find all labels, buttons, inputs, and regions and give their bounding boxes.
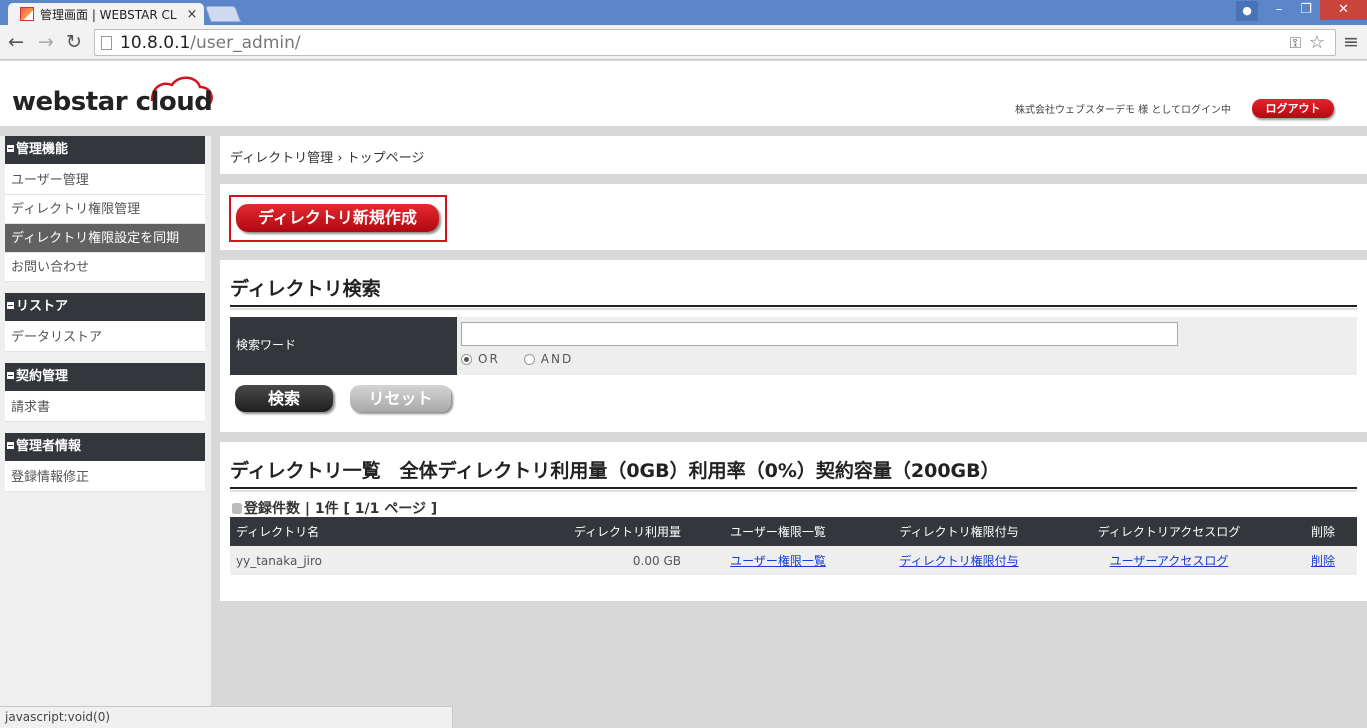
radio-and-label[interactable]: AND xyxy=(541,352,573,366)
sidebar-item-contact[interactable]: お問い合わせ xyxy=(5,253,205,282)
logo-text: webstar cloud xyxy=(12,87,213,117)
new-directory-button[interactable]: ディレクトリ新規作成 xyxy=(236,204,439,232)
breadcrumb-current: トップページ xyxy=(346,151,425,166)
reload-icon[interactable]: ↻ xyxy=(64,31,84,53)
sidebar-heading[interactable]: 管理機能 xyxy=(5,136,205,166)
back-arrow-icon[interactable]: ← xyxy=(6,31,26,53)
sidebar-item-invoice[interactable]: 請求書 xyxy=(5,393,205,422)
sidebar-section-admin: 管理機能 ユーザー管理 ディレクトリ権限管理 ディレクトリ権限設定を同期 お問い… xyxy=(5,136,205,282)
sidebar-section-restore: リストア データリストア xyxy=(5,293,205,352)
column-header-directory-permissions: ディレクトリ権限付与 xyxy=(869,517,1049,546)
search-word-label: 検索ワード xyxy=(230,317,457,375)
close-tab-icon[interactable]: × xyxy=(186,7,198,22)
browser-status-bar: javascript:void(0) xyxy=(0,706,453,728)
sidebar: 管理機能 ユーザー管理 ディレクトリ権限管理 ディレクトリ権限設定を同期 お問い… xyxy=(0,136,211,728)
table-header-row: ディレクトリ名 ディレクトリ利用量 ユーザー権限一覧 ディレクトリ権限付与 ディ… xyxy=(230,517,1357,546)
column-header-usage: ディレクトリ利用量 xyxy=(530,517,687,546)
radio-or-label[interactable]: OR xyxy=(478,352,500,366)
collapse-icon xyxy=(7,442,14,449)
directory-list-panel: ディレクトリ一覧 全体ディレクトリ利用量（0GB）利用率（0%）契約容量（200… xyxy=(220,442,1367,601)
search-input[interactable] xyxy=(461,322,1178,346)
maximize-window-button[interactable]: ❐ xyxy=(1293,0,1319,20)
directory-search-panel: ディレクトリ検索 検索ワード OR AND 検索 リセット xyxy=(220,260,1367,432)
search-mode-radio-group: OR AND xyxy=(461,352,597,366)
logout-button[interactable]: ログアウト xyxy=(1252,99,1334,118)
url-path: /user_admin/ xyxy=(190,32,301,53)
tab-title: 管理画面 | WEBSTAR CL xyxy=(40,7,177,22)
delete-cell: 削除 xyxy=(1289,546,1357,575)
browser-menu-icon[interactable]: ≡ xyxy=(1343,32,1359,52)
sidebar-section-contract: 契約管理 請求書 xyxy=(5,363,205,422)
logo[interactable]: webstar cloud xyxy=(12,73,218,119)
minimize-window-button[interactable]: – xyxy=(1266,0,1292,20)
new-directory-panel: ディレクトリ新規作成 xyxy=(220,184,1367,250)
sidebar-item-data-restore[interactable]: データリストア xyxy=(5,323,205,352)
column-header-delete: 削除 xyxy=(1289,517,1357,546)
sidebar-item-directory-permissions[interactable]: ディレクトリ権限管理 xyxy=(5,195,205,224)
directory-name-cell: yy_tanaka_jiro xyxy=(230,546,530,575)
browser-toolbar: ← → ↻ 10.8.0.1/user_admin/ ⚿ ☆ ≡ xyxy=(0,25,1367,60)
directory-table: ディレクトリ名 ディレクトリ利用量 ユーザー権限一覧 ディレクトリ権限付与 ディ… xyxy=(230,517,1357,575)
radio-or[interactable] xyxy=(461,353,472,365)
record-count-text: 登録件数 | 1件 [ 1/1 ページ ] xyxy=(244,501,438,517)
list-section-title: ディレクトリ一覧 全体ディレクトリ利用量（0GB）利用率（0%）契約容量（200… xyxy=(230,456,1357,493)
url-host: 10.8.0.1 xyxy=(120,32,191,53)
new-directory-highlight: ディレクトリ新規作成 xyxy=(229,195,447,242)
key-icon[interactable]: ⚿ xyxy=(1290,34,1301,52)
header-divider xyxy=(0,126,1367,136)
record-count: 登録件数 | 1件 [ 1/1 ページ ] xyxy=(232,498,437,518)
collapse-icon xyxy=(7,145,14,152)
breadcrumb-parent[interactable]: ディレクトリ管理 xyxy=(230,151,333,166)
forward-arrow-icon[interactable]: → xyxy=(36,31,56,53)
search-form-row: 検索ワード OR AND xyxy=(230,317,1357,375)
column-header-name: ディレクトリ名 xyxy=(230,517,530,546)
sidebar-heading[interactable]: リストア xyxy=(5,293,205,323)
access-log-cell: ユーザーアクセスログ xyxy=(1049,546,1289,575)
table-row: yy_tanaka_jiro 0.00 GB ユーザー権限一覧 ディレクトリ権限… xyxy=(230,546,1357,575)
collapse-icon xyxy=(7,302,14,309)
sidebar-heading[interactable]: 管理者情報 xyxy=(5,433,205,463)
collapse-icon xyxy=(7,372,14,379)
directory-usage-cell: 0.00 GB xyxy=(530,546,687,575)
radio-and[interactable] xyxy=(523,353,535,365)
browser-tab[interactable]: 管理画面 | WEBSTAR CL × xyxy=(8,3,204,25)
sidebar-item-user-management[interactable]: ユーザー管理 xyxy=(5,166,205,195)
favicon-icon xyxy=(20,7,34,21)
directory-permissions-cell: ディレクトリ権限付与 xyxy=(869,546,1049,575)
column-header-user-permissions: ユーザー権限一覧 xyxy=(687,517,869,546)
search-button[interactable]: 検索 xyxy=(235,385,333,412)
grant-directory-permission-link[interactable]: ディレクトリ権限付与 xyxy=(899,554,1018,568)
address-bar[interactable]: 10.8.0.1/user_admin/ ⚿ ☆ xyxy=(94,29,1336,56)
close-window-button[interactable]: ✕ xyxy=(1320,0,1367,20)
bookmark-star-icon[interactable]: ☆ xyxy=(1309,32,1325,53)
new-tab-button[interactable] xyxy=(205,6,241,22)
user-permissions-cell: ユーザー権限一覧 xyxy=(687,546,869,575)
browser-tab-bar: 管理画面 | WEBSTAR CL × ● – ❐ ✕ xyxy=(0,0,1367,25)
database-icon xyxy=(232,502,242,514)
page-header: webstar cloud 株式会社ウェブスターデモ 様 としてログイン中 ログ… xyxy=(0,61,1367,126)
login-info: 株式会社ウェブスターデモ 様 としてログイン中 xyxy=(1015,105,1232,116)
search-section-title: ディレクトリ検索 xyxy=(230,274,1357,311)
user-permissions-link[interactable]: ユーザー権限一覧 xyxy=(730,554,826,568)
delete-link[interactable]: 削除 xyxy=(1311,554,1335,568)
page-icon xyxy=(101,35,112,50)
sidebar-item-sync-permissions[interactable]: ディレクトリ権限設定を同期 xyxy=(5,224,205,253)
sidebar-heading[interactable]: 契約管理 xyxy=(5,363,205,393)
breadcrumb: ディレクトリ管理 › トップページ xyxy=(220,136,1367,174)
user-access-log-link[interactable]: ユーザーアクセスログ xyxy=(1110,554,1229,568)
breadcrumb-separator: › xyxy=(337,151,343,166)
column-header-access-log: ディレクトリアクセスログ xyxy=(1049,517,1289,546)
sidebar-section-admin-info: 管理者情報 登録情報修正 xyxy=(5,433,205,492)
reset-button[interactable]: リセット xyxy=(350,385,451,412)
user-profile-icon[interactable]: ● xyxy=(1236,1,1258,21)
sidebar-item-edit-registration[interactable]: 登録情報修正 xyxy=(5,463,205,492)
